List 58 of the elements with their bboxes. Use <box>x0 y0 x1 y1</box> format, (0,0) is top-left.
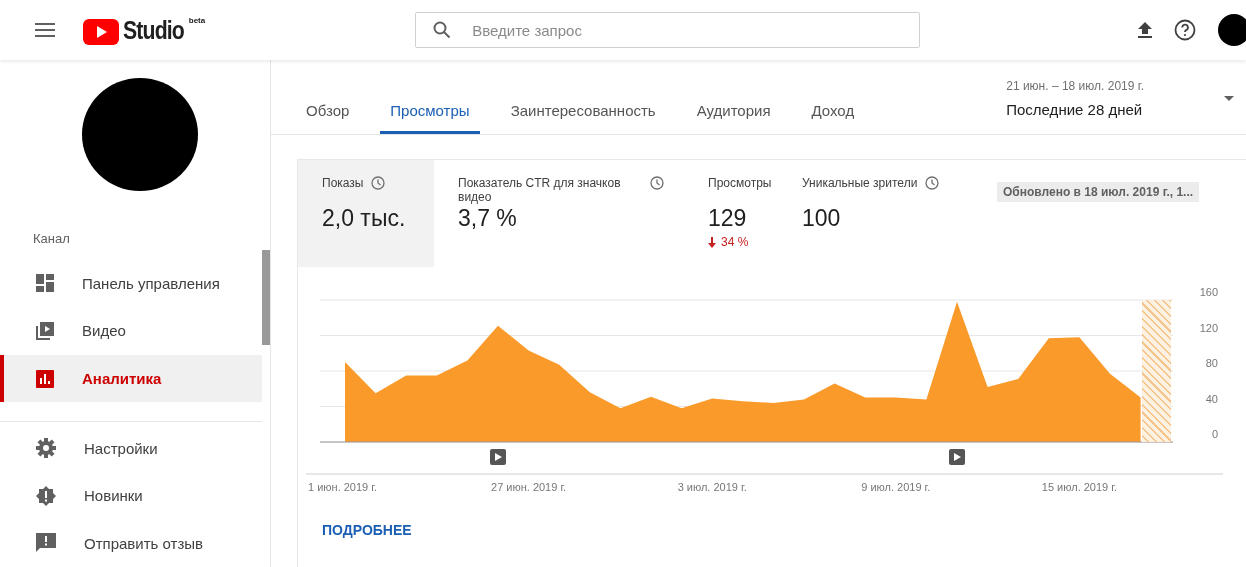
tab[interactable]: Доход <box>801 102 865 134</box>
metric-value: 129 <box>708 205 748 232</box>
tab[interactable]: Заинтересованность <box>500 102 666 134</box>
logo-text: Studio <box>123 15 184 45</box>
help-icon[interactable] <box>1174 19 1196 41</box>
metric-tab[interactable]: Просмотры 129 34 % <box>684 160 802 267</box>
x-axis-label: 27 июн. 2019 г. <box>491 481 567 493</box>
y-axis-label: 80 <box>1205 357 1218 369</box>
sidebar-item[interactable]: Новинки <box>0 471 262 520</box>
tab[interactable]: Просмотры <box>380 102 480 134</box>
sidebar-item[interactable]: Отправить отзыв <box>0 519 262 567</box>
video-marker-icon[interactable] <box>490 449 506 465</box>
sidebar-item[interactable]: Видео <box>0 307 262 355</box>
feedback-icon <box>36 533 56 554</box>
dashboard-icon <box>36 274 54 293</box>
updated-badge: Обновлено в 18 июл. 2019 г., 1... <box>997 182 1200 202</box>
analytics-icon <box>36 369 54 388</box>
metric-change: 34 % <box>721 235 749 249</box>
y-axis-label: 40 <box>1205 392 1218 405</box>
settings-icon <box>36 438 56 459</box>
tab[interactable]: Аудитория <box>686 102 781 134</box>
sidebar-item[interactable]: Настройки <box>0 424 262 472</box>
date-range-dropdown[interactable]: 21 июн. – 18 июл. 2019 г. Последние 28 дней <box>1006 79 1234 134</box>
sidebar-item[interactable]: Панель управления <box>0 259 262 308</box>
y-axis-label: 120 <box>1199 321 1218 334</box>
metric-label: Просмотры <box>708 176 772 190</box>
x-axis-label: 15 июл. 2019 г. <box>1041 481 1117 493</box>
metric-tab[interactable]: Показы 2,0 тыс. <box>298 160 434 267</box>
section-label: Канал <box>33 230 71 246</box>
sidebar-item[interactable]: Аналитика <box>0 354 262 403</box>
y-axis-label: 0 <box>1211 428 1218 440</box>
metric-label: Показатель CTR для значков видео <box>458 176 622 204</box>
account-avatar[interactable] <box>1218 14 1246 46</box>
metric-value: 2,0 тыс. <box>322 205 407 232</box>
metric-tab[interactable]: Показатель CTR для значков видео 3,7 % <box>434 160 684 267</box>
dropdown-caret-icon <box>1224 96 1234 101</box>
search-icon <box>433 21 452 39</box>
more-link[interactable]: ПОДРОБНЕЕ <box>322 522 412 538</box>
alert-badge-icon <box>36 485 56 506</box>
y-axis-label: 160 <box>1199 286 1218 298</box>
logo-superscript-label: beta <box>188 15 206 25</box>
play-logo-icon <box>83 18 119 45</box>
x-axis-label: 1 июн. 2019 г. <box>308 481 377 493</box>
upload-icon[interactable] <box>1138 22 1152 38</box>
menu-icon[interactable] <box>35 23 55 37</box>
scrollbar[interactable] <box>262 250 270 345</box>
video-icon <box>36 321 54 340</box>
down-arrow-icon <box>708 236 716 248</box>
metric-tab[interactable]: Уникальные зрители 100 <box>802 160 997 267</box>
tab[interactable]: Обзор <box>296 102 360 134</box>
metric-value: 3,7 % <box>458 205 518 232</box>
metric-label: Показы <box>322 176 364 190</box>
metric-value: 100 <box>802 205 842 232</box>
metric-label: Уникальные зрители <box>802 176 918 190</box>
x-axis-label: 9 июл. 2019 г. <box>861 481 931 493</box>
video-marker-icon[interactable] <box>949 449 965 465</box>
x-axis-label: 3 июл. 2019 г. <box>677 481 747 493</box>
search-field[interactable]: Введите запрос <box>415 12 921 48</box>
